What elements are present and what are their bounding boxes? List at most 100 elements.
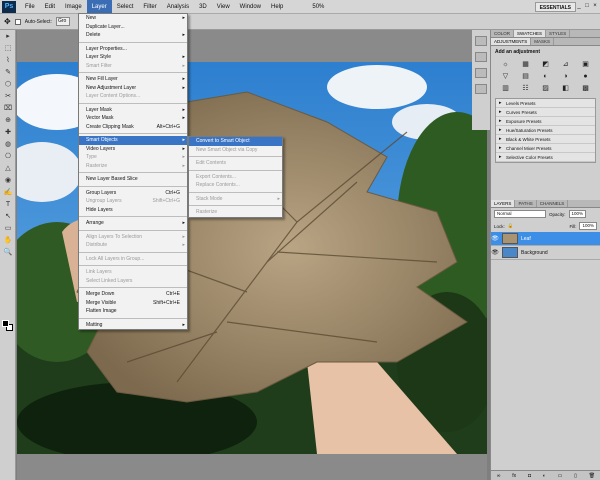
- menu-file[interactable]: File: [20, 0, 40, 14]
- tab-swatches[interactable]: SWATCHES: [514, 30, 547, 37]
- minimize-button[interactable]: _: [576, 2, 582, 10]
- slice-tool-icon[interactable]: ✂: [2, 91, 14, 102]
- posterize-icon[interactable]: ☷: [517, 84, 534, 93]
- invert-icon[interactable]: ▥: [497, 84, 514, 93]
- menu-item-matting[interactable]: Matting: [79, 321, 187, 330]
- marquee-tool-icon[interactable]: ⬚: [2, 43, 14, 54]
- menu-item-new-layer-based-slice[interactable]: New Layer Based Slice: [79, 175, 187, 184]
- photo-filter-icon[interactable]: ◑: [557, 72, 574, 81]
- vibrance-icon[interactable]: ▣: [577, 60, 594, 69]
- tab-channels[interactable]: CHANNELS: [537, 200, 569, 207]
- tab-paths[interactable]: PATHS: [515, 200, 537, 207]
- preset-black-white[interactable]: Black & White Presets: [496, 135, 595, 144]
- menu-item-new-adjustment-layer[interactable]: New Adjustment Layer: [79, 84, 187, 93]
- menu-item-video-layers[interactable]: Video Layers: [79, 145, 187, 154]
- eyedropper-tool-icon[interactable]: ⌧: [2, 103, 14, 114]
- path-select-tool-icon[interactable]: ↖: [2, 211, 14, 222]
- menu-item-flatten-image[interactable]: Flatten Image: [79, 307, 187, 316]
- blend-mode-select[interactable]: Normal: [494, 210, 546, 218]
- menu-item-arrange[interactable]: Arrange: [79, 219, 187, 228]
- crop-tool-icon[interactable]: ⬡: [2, 79, 14, 90]
- menu-image[interactable]: Image: [60, 0, 87, 14]
- menu-item-layer-properties[interactable]: Layer Properties...: [79, 45, 187, 54]
- new-layer-icon[interactable]: ▯: [574, 471, 577, 480]
- close-button[interactable]: ×: [592, 2, 598, 10]
- lasso-tool-icon[interactable]: ⌇: [2, 55, 14, 66]
- menu-item-new[interactable]: New: [79, 14, 187, 23]
- opacity-field[interactable]: 100%: [568, 210, 587, 218]
- pen-tool-icon[interactable]: ✍: [2, 187, 14, 198]
- menu-item-new-fill-layer[interactable]: New Fill Layer: [79, 75, 187, 84]
- lock-icon[interactable]: 🔒: [508, 223, 514, 229]
- exposure-icon[interactable]: ⊿: [557, 60, 574, 69]
- stamp-tool-icon[interactable]: ◍: [2, 139, 14, 150]
- menu-layer[interactable]: Layer: [86, 0, 112, 14]
- menu-3d[interactable]: 3D: [194, 0, 212, 14]
- curves-icon[interactable]: ◩: [537, 60, 554, 69]
- shape-tool-icon[interactable]: ▭: [2, 223, 14, 234]
- layer-style-icon[interactable]: fx: [512, 471, 516, 480]
- menu-item-duplicate[interactable]: Duplicate Layer...: [79, 23, 187, 32]
- preset-curves[interactable]: Curves Presets: [496, 108, 595, 117]
- channel-mixer-icon[interactable]: ●: [577, 72, 594, 81]
- add-mask-icon[interactable]: ◘: [528, 471, 531, 480]
- layer-row-leaf[interactable]: 👁 Leaf: [491, 232, 600, 246]
- tab-adjustments[interactable]: ADJUSTMENTS: [491, 38, 532, 45]
- new-group-icon[interactable]: ▭: [558, 471, 563, 480]
- menu-item-merge-visible[interactable]: Merge Visible Shift+Ctrl+E: [79, 299, 187, 308]
- history-panel-icon[interactable]: [475, 36, 487, 46]
- menu-item-convert-to-smart-object[interactable]: Convert to Smart Object: [189, 137, 282, 146]
- selective-color-icon[interactable]: ▩: [577, 84, 594, 93]
- trash-icon[interactable]: 🗑: [589, 471, 595, 480]
- maximize-button[interactable]: □: [584, 2, 590, 10]
- threshold-icon[interactable]: ▨: [537, 84, 554, 93]
- menu-select[interactable]: Select: [112, 0, 139, 14]
- preset-levels[interactable]: Levels Presets: [496, 99, 595, 108]
- menu-filter[interactable]: Filter: [138, 0, 161, 14]
- brightness-contrast-icon[interactable]: ☼: [497, 60, 514, 69]
- menu-item-layer-mask[interactable]: Layer Mask: [79, 106, 187, 115]
- adjustment-layer-icon[interactable]: ◐: [543, 471, 546, 480]
- preset-selective-color[interactable]: Selective Color Presets: [496, 153, 595, 162]
- menu-item-merge-down[interactable]: Merge Down Ctrl+E: [79, 290, 187, 299]
- menu-item-vector-mask[interactable]: Vector Mask: [79, 114, 187, 123]
- layer-row-background[interactable]: 👁 Background: [491, 246, 600, 260]
- gradient-tool-icon[interactable]: ◉: [2, 175, 14, 186]
- brushes-panel-icon[interactable]: [475, 68, 487, 78]
- quick-select-tool-icon[interactable]: ✎: [2, 67, 14, 78]
- menu-item-delete[interactable]: Delete: [79, 31, 187, 40]
- menu-item-group-layers[interactable]: Group Layers Ctrl+G: [79, 189, 187, 198]
- fill-field[interactable]: 100%: [579, 222, 597, 230]
- color-balance-icon[interactable]: ▤: [517, 72, 534, 81]
- preset-exposure[interactable]: Exposure Presets: [496, 117, 595, 126]
- preset-hue-saturation[interactable]: Hue/Saturation Presets: [496, 126, 595, 135]
- menu-window[interactable]: Window: [235, 0, 266, 14]
- menu-item-create-clipping-mask[interactable]: Create Clipping Mask Alt+Ctrl+G: [79, 123, 187, 132]
- auto-select-checkbox[interactable]: [14, 18, 21, 25]
- black-white-icon[interactable]: ◐: [537, 72, 554, 81]
- eraser-tool-icon[interactable]: △: [2, 163, 14, 174]
- brush-tool-icon[interactable]: ✚: [2, 127, 14, 138]
- menu-help[interactable]: Help: [266, 0, 288, 14]
- type-tool-icon[interactable]: T: [2, 199, 14, 210]
- menu-item-smart-objects[interactable]: Smart Objects: [79, 136, 187, 145]
- levels-icon[interactable]: ▦: [517, 60, 534, 69]
- tab-masks[interactable]: MASKS: [531, 38, 555, 45]
- menu-item-hide-layers[interactable]: Hide Layers: [79, 206, 187, 215]
- workspace-switcher[interactable]: ESSENTIALS: [534, 2, 576, 12]
- preset-channel-mixer[interactable]: Channel Mixer Presets: [496, 144, 595, 153]
- hand-tool-icon[interactable]: ✋: [2, 235, 14, 246]
- tab-styles[interactable]: STYLES: [546, 30, 571, 37]
- history-brush-tool-icon[interactable]: ⎔: [2, 151, 14, 162]
- tab-color[interactable]: COLOR: [491, 30, 515, 37]
- clone-source-panel-icon[interactable]: [475, 84, 487, 94]
- foreground-color-swatch[interactable]: [2, 320, 9, 327]
- actions-panel-icon[interactable]: [475, 52, 487, 62]
- move-tool-icon[interactable]: ▸: [2, 31, 14, 42]
- healing-tool-icon[interactable]: ⊕: [2, 115, 14, 126]
- eye-icon[interactable]: 👁: [491, 235, 499, 242]
- eye-icon[interactable]: 👁: [491, 249, 499, 256]
- auto-select-dropdown[interactable]: Gro: [55, 17, 70, 26]
- menu-edit[interactable]: Edit: [40, 0, 60, 14]
- zoom-tool-icon[interactable]: 🔍: [2, 247, 14, 258]
